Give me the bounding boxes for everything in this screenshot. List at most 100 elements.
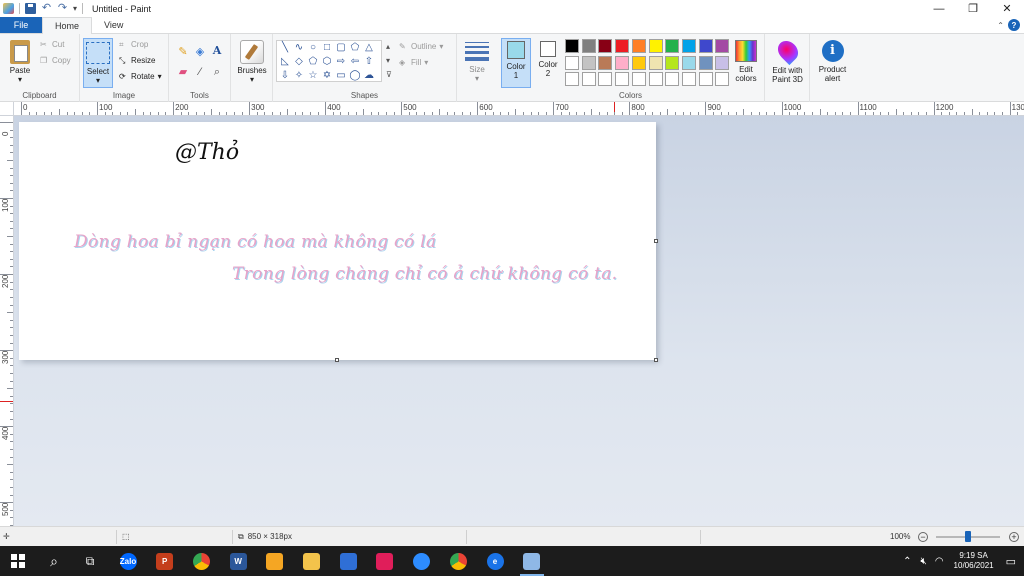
- taskbar-app-app-orange[interactable]: [257, 546, 293, 576]
- rounded-rectangle-shape-icon[interactable]: ▢: [335, 42, 347, 53]
- taskbar-app-file-explorer[interactable]: [294, 546, 330, 576]
- palette-swatch[interactable]: [681, 39, 696, 53]
- minimize-button[interactable]: —: [922, 0, 956, 17]
- line-shape-icon[interactable]: ╲: [279, 42, 291, 53]
- shapes-gallery[interactable]: ╲ ∿ ○ □ ▢ ⬠ △ ◺ ◇ ⬠ ⬡ ⇨ ⇦ ⇧ ⇩ ✧ ☆ ✡ ▭ ◯ …: [276, 40, 382, 82]
- down-arrow-shape-icon[interactable]: ⇩: [279, 70, 291, 81]
- hexagon-shape-icon[interactable]: ⬡: [321, 56, 333, 67]
- palette-swatch[interactable]: [698, 72, 713, 86]
- right-arrow-shape-icon[interactable]: ⇨: [335, 56, 347, 67]
- tab-home[interactable]: Home: [42, 17, 93, 34]
- palette-swatch[interactable]: [581, 39, 596, 53]
- palette-swatch[interactable]: [715, 55, 730, 70]
- taskbar-app-word[interactable]: W: [220, 546, 256, 576]
- palette-swatch[interactable]: [715, 72, 730, 86]
- resize-handle-corner[interactable]: [654, 358, 658, 362]
- five-point-star-shape-icon[interactable]: ☆: [307, 70, 319, 81]
- right-triangle-shape-icon[interactable]: ◺: [279, 56, 291, 67]
- taskbar-app-app-slack[interactable]: [367, 546, 403, 576]
- palette-swatch[interactable]: [715, 39, 730, 53]
- save-icon[interactable]: [25, 3, 36, 14]
- palette-swatch[interactable]: [698, 39, 713, 53]
- palette-swatch[interactable]: [581, 55, 596, 70]
- color-picker-icon[interactable]: ⁄: [194, 66, 206, 78]
- left-arrow-shape-icon[interactable]: ⇦: [349, 56, 361, 67]
- palette-swatch[interactable]: [615, 72, 630, 86]
- callout-shape-icon[interactable]: ▭: [335, 70, 347, 81]
- taskbar-app-paint[interactable]: [514, 546, 550, 576]
- diamond-shape-icon[interactable]: ◇: [293, 56, 305, 67]
- resize-handle-right[interactable]: [654, 239, 658, 243]
- oval-callout-shape-icon[interactable]: ◯: [349, 70, 361, 81]
- zoom-out-button[interactable]: −: [918, 532, 928, 542]
- taskbar-app-zalo[interactable]: Zalo: [110, 546, 146, 576]
- paste-button[interactable]: Paste ▾: [6, 40, 34, 84]
- palette-swatch[interactable]: [598, 55, 613, 70]
- palette-swatch[interactable]: [631, 55, 646, 70]
- resize-handle-bottom[interactable]: [335, 358, 339, 362]
- eraser-icon[interactable]: ▰: [177, 66, 189, 78]
- palette-swatch[interactable]: [565, 72, 579, 86]
- palette-swatch[interactable]: [681, 72, 696, 86]
- rotate-button[interactable]: ⟳ Rotate ▾: [119, 72, 162, 81]
- four-point-star-shape-icon[interactable]: ✧: [293, 70, 305, 81]
- palette-swatch[interactable]: [648, 39, 663, 53]
- palette-swatch[interactable]: [698, 55, 713, 70]
- help-icon[interactable]: ?: [1008, 19, 1020, 31]
- undo-icon[interactable]: ↶: [41, 3, 52, 14]
- start-button[interactable]: [0, 546, 36, 576]
- triangle-shape-icon[interactable]: △: [363, 42, 375, 53]
- gallery-expand-icon[interactable]: ⊽: [386, 70, 392, 79]
- close-button[interactable]: ✕: [990, 0, 1024, 17]
- tab-view[interactable]: View: [92, 17, 135, 33]
- palette-swatch[interactable]: [665, 39, 680, 53]
- palette-swatch[interactable]: [631, 72, 646, 86]
- tray-overflow-icon[interactable]: ⌃: [898, 556, 916, 567]
- select-button[interactable]: Select ▾: [83, 38, 113, 88]
- up-arrow-shape-icon[interactable]: ⇧: [363, 56, 375, 67]
- task-view-button[interactable]: ⧉: [72, 546, 108, 576]
- palette-swatch[interactable]: [648, 55, 663, 70]
- outline-button[interactable]: ✎ Outline ▾: [399, 42, 443, 51]
- resize-button[interactable]: ⤡ Resize: [119, 56, 155, 65]
- paint-app-icon[interactable]: [3, 3, 14, 14]
- taskbar-app-edge[interactable]: e: [477, 546, 513, 576]
- tab-file[interactable]: File: [0, 17, 42, 33]
- rectangle-shape-icon[interactable]: □: [321, 42, 333, 53]
- palette-swatch[interactable]: [615, 39, 630, 53]
- pentagon-shape-icon[interactable]: ⬠: [307, 56, 319, 67]
- gallery-scroll-up-icon[interactable]: ▴: [386, 42, 390, 51]
- palette-swatch[interactable]: [581, 72, 596, 86]
- palette-swatch[interactable]: [598, 72, 613, 86]
- edit-colors-button[interactable]: Edit colors: [730, 40, 762, 83]
- palette-swatch[interactable]: [681, 55, 696, 70]
- palette-swatch[interactable]: [565, 55, 579, 70]
- zoom-in-button[interactable]: +: [1009, 532, 1019, 542]
- workspace[interactable]: @Thỏ Dòng hoa bỉ ngạn có hoa mà không có…: [14, 116, 1024, 526]
- palette-swatch[interactable]: [565, 39, 579, 53]
- edit-with-paint3d-button[interactable]: Edit with Paint 3D: [767, 36, 808, 84]
- fill-bucket-icon[interactable]: ◈: [194, 46, 206, 58]
- notifications-icon[interactable]: ▭: [1000, 555, 1024, 568]
- palette-swatch[interactable]: [648, 72, 663, 86]
- palette-swatch[interactable]: [665, 55, 680, 70]
- maximize-button[interactable]: ❐: [956, 0, 990, 17]
- palette-swatch[interactable]: [665, 72, 680, 86]
- size-button[interactable]: Size ▾: [463, 40, 491, 83]
- taskbar-app-powerpoint[interactable]: P: [147, 546, 183, 576]
- palette-swatch[interactable]: [598, 39, 613, 53]
- fill-button[interactable]: ◈ Fill ▾: [399, 58, 428, 67]
- polygon-shape-icon[interactable]: ⬠: [349, 42, 361, 53]
- palette-swatch[interactable]: [631, 39, 646, 53]
- customize-quick-access-icon[interactable]: ▾: [73, 4, 77, 13]
- taskbar-app-zoom[interactable]: [404, 546, 440, 576]
- product-alert-button[interactable]: i Product alert: [812, 40, 853, 83]
- palette-swatch[interactable]: [615, 55, 630, 70]
- taskbar-app-app-blue[interactable]: [330, 546, 366, 576]
- color-2-button[interactable]: Color 2: [535, 41, 561, 78]
- cut-button[interactable]: ✂ Cut: [40, 40, 64, 49]
- curve-shape-icon[interactable]: ∿: [293, 42, 305, 53]
- wifi-icon[interactable]: ◠: [931, 556, 948, 567]
- zoom-slider-thumb[interactable]: [965, 531, 971, 542]
- oval-shape-icon[interactable]: ○: [307, 42, 319, 53]
